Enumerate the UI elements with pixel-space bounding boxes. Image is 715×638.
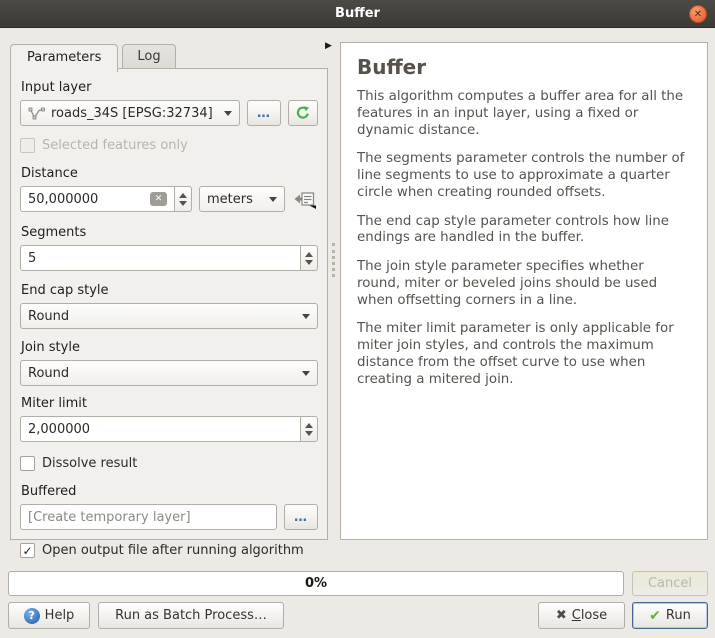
tab-parameters[interactable]: Parameters [10, 44, 118, 72]
close-button[interactable]: ✖ Close [538, 602, 625, 629]
collapse-panel-icon[interactable]: ▶ [325, 41, 332, 51]
spin-up-icon[interactable] [305, 252, 313, 257]
run-button[interactable]: ✔ Run [632, 602, 708, 629]
join-style-label: Join style [21, 340, 318, 355]
spin-down-icon[interactable] [305, 260, 313, 265]
chevron-down-icon [269, 197, 277, 202]
close-x-icon: ✖ [556, 608, 567, 623]
run-button-label: Run [666, 608, 691, 623]
checkmark-icon: ✓ [22, 544, 32, 558]
segments-value: 5 [28, 251, 36, 266]
help-paragraph: This algorithm computes a buffer area fo… [357, 89, 691, 139]
chevron-down-icon [224, 111, 232, 116]
input-layer-value: roads_34S [EPSG:32734] [51, 106, 213, 121]
help-paragraph: The end cap style parameter controls how… [357, 214, 691, 248]
input-layer-combobox[interactable]: roads_34S [EPSG:32734] [20, 100, 240, 126]
run-as-batch-button[interactable]: Run as Batch Process… [98, 602, 284, 629]
output-browse-button[interactable]: … [284, 504, 318, 530]
dissolve-result-checkbox[interactable] [20, 456, 35, 471]
end-cap-style-value: Round [28, 309, 69, 324]
iterate-layer-button[interactable] [288, 100, 318, 126]
iterate-icon [295, 105, 311, 121]
titlebar: Buffer ✕ [0, 0, 715, 28]
spin-up-icon[interactable] [179, 193, 187, 198]
spin-down-icon[interactable] [179, 201, 187, 206]
chevron-down-icon [302, 314, 310, 319]
segments-input[interactable]: 5 [20, 245, 301, 271]
close-icon: ✕ [694, 9, 702, 20]
join-style-combobox[interactable]: Round [20, 360, 318, 386]
panel-splitter[interactable] [332, 243, 335, 277]
cancel-button: Cancel [632, 571, 708, 596]
buffered-label: Buffered [21, 484, 318, 499]
output-file-value: [Create temporary layer] [28, 510, 191, 525]
help-paragraph: The segments parameter controls the numb… [357, 151, 691, 201]
miter-limit-value: 2,000000 [28, 422, 90, 437]
data-defined-override-button[interactable] [292, 190, 318, 209]
dissolve-result-label: Dissolve result [42, 456, 137, 471]
open-output-checkbox[interactable]: ✓ [20, 543, 35, 558]
output-file-input[interactable]: [Create temporary layer] [20, 504, 277, 530]
progress-value: 0% [305, 576, 327, 591]
selected-features-checkbox [20, 138, 35, 153]
window-close-button[interactable]: ✕ [689, 5, 707, 23]
close-button-label: Close [572, 608, 607, 623]
units-combobox[interactable]: meters [199, 186, 285, 212]
miter-limit-label: Miter limit [21, 396, 318, 411]
input-layer-label: Input layer [21, 80, 318, 95]
help-title: Buffer [357, 55, 691, 79]
miter-limit-input[interactable]: 2,000000 [20, 416, 301, 442]
window-title: Buffer [335, 6, 380, 21]
spin-down-icon[interactable] [305, 431, 313, 436]
selected-features-label: Selected features only [42, 138, 188, 153]
distance-input[interactable]: 50,000000 ✕ [20, 186, 175, 212]
help-panel: Buffer This algorithm computes a buffer … [340, 42, 708, 540]
chevron-down-icon [302, 371, 310, 376]
clear-icon[interactable]: ✕ [150, 192, 167, 206]
help-button[interactable]: ? Help [8, 602, 90, 629]
end-cap-style-combobox[interactable]: Round [20, 303, 318, 329]
help-icon: ? [24, 608, 40, 624]
progress-bar: 0% [8, 571, 624, 596]
polyline-layer-icon [28, 107, 45, 120]
end-cap-style-label: End cap style [21, 283, 318, 298]
spin-up-icon[interactable] [305, 423, 313, 428]
help-paragraph: The miter limit parameter is only applic… [357, 321, 691, 388]
open-output-label: Open output file after running algorithm [42, 543, 304, 558]
miter-limit-stepper[interactable] [301, 416, 318, 442]
batch-button-label: Run as Batch Process… [115, 608, 267, 623]
input-layer-browse-button[interactable]: … [247, 100, 281, 126]
distance-stepper[interactable] [175, 186, 192, 212]
segments-label: Segments [21, 225, 318, 240]
data-defined-override-icon [293, 190, 317, 209]
units-value: meters [207, 192, 253, 207]
help-button-label: Help [45, 608, 75, 623]
run-check-icon: ✔ [649, 608, 661, 624]
distance-label: Distance [21, 166, 318, 181]
parameters-panel: Input layer roads_34S [EPSG:32734] … [10, 68, 328, 540]
help-paragraph: The join style parameter specifies wheth… [357, 259, 691, 309]
distance-value: 50,000000 [28, 192, 98, 207]
segments-stepper[interactable] [301, 245, 318, 271]
join-style-value: Round [28, 366, 69, 381]
